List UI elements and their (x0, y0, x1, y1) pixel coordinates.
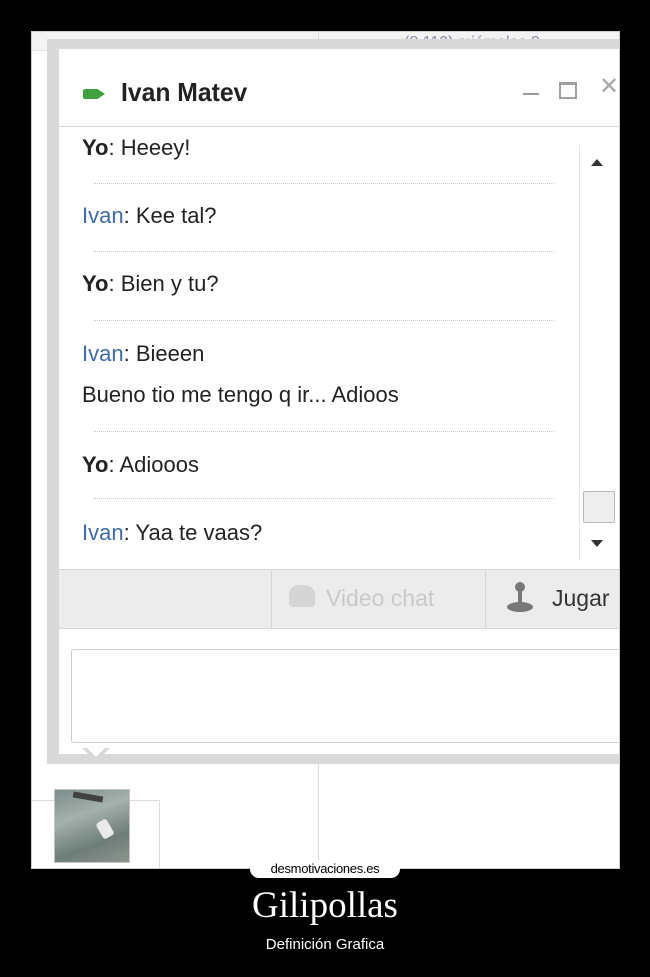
screenshot-frame: (8.113) miércoles 2 Ivan Matev ✕ Yo: Hee… (31, 31, 620, 869)
message-item: Bueno tio me tengo q ir... Adioos (82, 382, 399, 408)
watermark: desmotivaciones.es (250, 860, 400, 878)
avatar[interactable] (54, 789, 130, 863)
scrollbar-thumb[interactable] (583, 491, 615, 523)
message-scrollbar[interactable] (579, 145, 615, 561)
message-item: Ivan: Bieeen (82, 341, 204, 367)
message-separator (94, 251, 554, 252)
message-list: Yo: Heeey! Ivan: Kee tal? Yo: Bien y tu?… (59, 127, 579, 569)
poster-title: Gilipollas (252, 885, 398, 926)
message-item: Yo: Adiooos (82, 452, 199, 478)
sender-name: Yo (82, 135, 109, 160)
message-text: : Bien y tu? (108, 271, 219, 296)
joystick-icon (505, 582, 535, 616)
message-text: : Bieeen (123, 341, 205, 366)
message-input[interactable] (71, 649, 619, 743)
maximize-button[interactable] (559, 82, 577, 99)
message-text: Bueno tio me tengo q ir... Adioos (82, 382, 399, 407)
chat-contact-name: Ivan Matev (121, 77, 248, 107)
sender-name: Ivan (82, 203, 124, 228)
camera-icon (83, 89, 105, 99)
message-item: Yo: Bien y tu? (82, 271, 219, 297)
desmotivaciones-poster: { "background_header_text": "(8.113) mié… (0, 0, 650, 977)
chat-window-body: Ivan Matev ✕ Yo: Heeey! Ivan: Kee tal? Y… (59, 49, 619, 754)
message-text: : Heeey! (108, 135, 191, 160)
scroll-down-arrow-icon[interactable] (591, 540, 603, 547)
message-separator (94, 431, 554, 432)
message-text: : Yaa te vaas? (123, 520, 263, 545)
message-separator (94, 498, 554, 499)
video-chat-icon (289, 585, 315, 607)
minimize-button[interactable] (521, 79, 541, 99)
message-separator (94, 183, 554, 184)
video-chat-button[interactable]: Video chat (326, 585, 434, 612)
sender-name: Yo (82, 452, 109, 477)
sender-name: Ivan (82, 341, 124, 366)
play-game-button[interactable]: Jugar (552, 585, 610, 612)
toolbar-divider (271, 570, 272, 628)
scroll-up-arrow-icon[interactable] (591, 159, 603, 166)
message-text: : Kee tal? (123, 203, 217, 228)
sender-name: Yo (82, 271, 109, 296)
toolbar-divider (485, 570, 486, 628)
chat-window: Ivan Matev ✕ Yo: Heeey! Ivan: Kee tal? Y… (47, 39, 619, 764)
poster-subtitle: Definición Grafica (265, 936, 385, 953)
chat-titlebar[interactable]: Ivan Matev ✕ (59, 49, 619, 127)
sender-name: Ivan (82, 520, 124, 545)
message-item: Ivan: Kee tal? (82, 203, 217, 229)
message-separator (94, 320, 554, 321)
message-text: : Adiooos (108, 452, 199, 477)
close-button[interactable]: ✕ (599, 75, 619, 99)
message-item: Yo: Heeey! (82, 135, 190, 161)
message-item: Ivan: Yaa te vaas? (82, 520, 262, 546)
chat-toolbar: Video chat Jugar (59, 569, 619, 629)
